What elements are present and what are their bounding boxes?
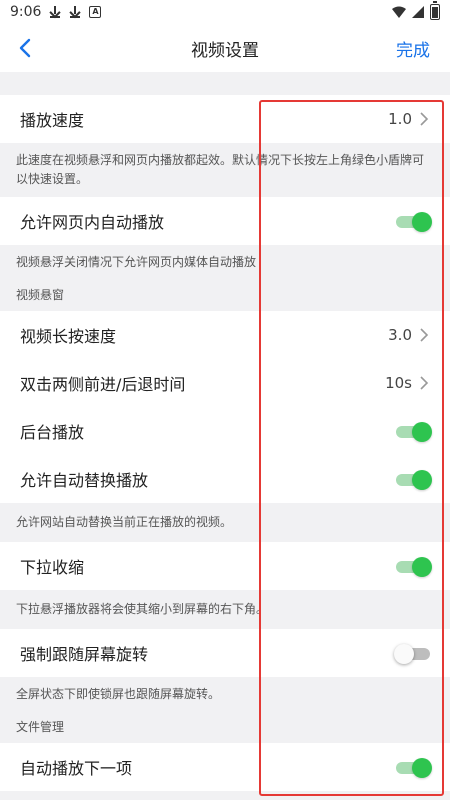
- force-rotate-description: 全屏状态下即使锁屏也跟随屏幕旋转。: [0, 677, 450, 712]
- section-header-file: 文件管理: [0, 712, 450, 743]
- status-time: 9:06: [10, 4, 42, 20]
- force-rotate-toggle[interactable]: [394, 644, 430, 664]
- page-title: 视频设置: [191, 40, 259, 61]
- a-icon: A: [89, 6, 102, 18]
- allow-auto-replace-label: 允许自动替换播放: [20, 471, 149, 490]
- allow-inline-autoplay-row: 允许网页内自动播放: [0, 197, 450, 245]
- allow-inline-autoplay-toggle[interactable]: [396, 212, 432, 232]
- back-arrow-icon: [19, 38, 31, 58]
- long-press-speed-value: 3.0: [388, 326, 412, 344]
- allow-auto-replace-description: 允许网站自动替换当前正在播放的视频。: [0, 503, 450, 542]
- background-play-toggle[interactable]: [396, 422, 432, 442]
- status-bar: 9:06 A: [0, 0, 450, 24]
- force-rotate-label: 强制跟随屏幕旋转: [20, 645, 149, 664]
- allow-auto-replace-row: 允许自动替换播放: [0, 455, 450, 503]
- battery-icon: [430, 1, 440, 20]
- section-header-floating: 视频悬窗: [0, 280, 450, 311]
- background-play-label: 后台播放: [20, 423, 85, 442]
- wifi-icon: [392, 6, 406, 18]
- double-tap-seek-value: 10s: [385, 374, 412, 392]
- long-press-speed-label: 视频长按速度: [20, 327, 117, 346]
- signal-icon: [412, 6, 424, 18]
- double-tap-seek-label: 双击两侧前进/后退时间: [20, 375, 186, 394]
- pull-down-shrink-label: 下拉收缩: [20, 558, 85, 577]
- allow-inline-autoplay-description: 视频悬浮关闭情况下允许网页内媒体自动播放: [0, 245, 450, 280]
- playback-speed-label: 播放速度: [20, 111, 85, 130]
- nav-bar: 视频设置 完成: [0, 24, 450, 72]
- allow-auto-replace-toggle[interactable]: [396, 470, 432, 490]
- done-button[interactable]: 完成: [396, 36, 430, 61]
- pull-down-shrink-toggle[interactable]: [396, 557, 432, 577]
- download-icon: [49, 6, 61, 18]
- force-rotate-row: 强制跟随屏幕旋转: [0, 629, 450, 677]
- chevron-right-icon: [420, 376, 429, 390]
- allow-inline-autoplay-label: 允许网页内自动播放: [20, 213, 165, 232]
- playback-speed-row[interactable]: 播放速度 1.0: [0, 95, 450, 143]
- playback-speed-value: 1.0: [388, 110, 412, 128]
- playback-speed-description: 此速度在视频悬浮和网页内播放都起效。默认情况下长按左上角绿色小盾牌可以快速设置。: [0, 143, 450, 197]
- background-play-row: 后台播放: [0, 407, 450, 455]
- section-gap: [0, 72, 450, 95]
- double-tap-seek-row[interactable]: 双击两侧前进/后退时间 10s: [0, 359, 450, 407]
- pull-down-shrink-description: 下拉悬浮播放器将会使其缩小到屏幕的右下角。: [0, 590, 450, 629]
- autoplay-next-row: 自动播放下一项: [0, 743, 450, 791]
- chevron-right-icon: [420, 328, 429, 342]
- pull-down-shrink-row: 下拉收缩: [0, 542, 450, 590]
- long-press-speed-row[interactable]: 视频长按速度 3.0: [0, 311, 450, 359]
- autoplay-next-label: 自动播放下一项: [20, 759, 133, 778]
- download-icon: [69, 6, 81, 18]
- autoplay-next-toggle[interactable]: [396, 758, 432, 778]
- chevron-right-icon: [420, 112, 429, 126]
- back-button[interactable]: [0, 24, 50, 72]
